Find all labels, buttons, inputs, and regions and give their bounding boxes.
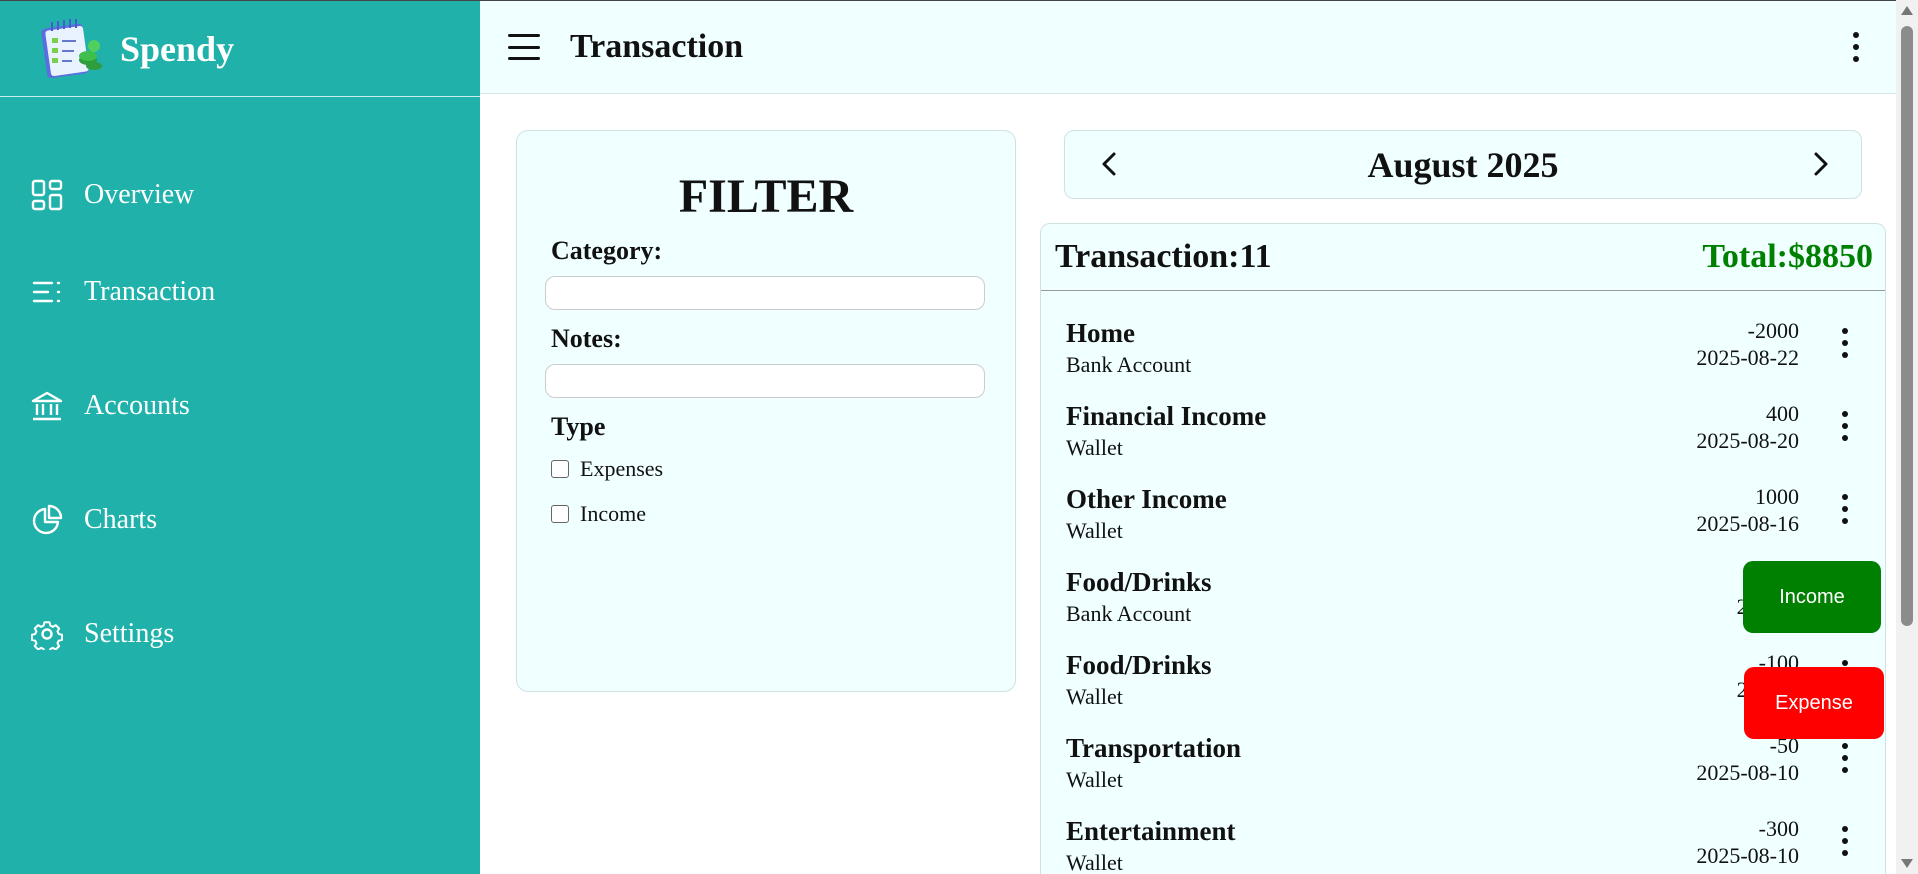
transaction-category: Other Income [1066,484,1227,514]
expenses-checkbox[interactable] [551,460,569,478]
transaction-account: Wallet [1066,435,1123,460]
transaction-category: Home [1066,318,1135,348]
add-expense-button[interactable]: Expense [1744,667,1884,739]
sidebar-item-transaction[interactable]: Transaction [0,235,480,349]
category-input[interactable] [545,276,985,310]
notes-label: Notes: [551,324,622,353]
sidebar-item-label: Accounts [84,390,190,421]
sidebar-item-overview[interactable]: Overview [0,155,480,235]
month-navigator: August 2025 [1064,130,1862,199]
transaction-date: 2025-08-10 [1696,760,1799,785]
more-options-icon[interactable] [1852,32,1860,62]
transaction-date: 2025-08-16 [1696,511,1799,536]
filter-title: FILTER [678,170,854,223]
transaction-account: Bank Account [1066,601,1192,626]
chevron-right-icon[interactable] [1807,151,1833,177]
filter-panel: FILTER Category: Notes: Type Expenses In… [516,130,1016,692]
income-checkbox[interactable] [551,505,569,523]
brand[interactable]: Spendy [0,0,480,97]
current-month: August 2025 [1367,144,1559,185]
sidebar-item-label: Transaction [84,276,216,307]
sidebar-item-label: Settings [84,618,175,649]
row-more-icon[interactable] [1841,328,1849,358]
transaction-amount: 1000 [1755,484,1799,509]
sidebar-item-charts[interactable]: Charts [0,463,480,577]
transaction-category: Financial Income [1066,401,1267,431]
income-option[interactable]: Income [551,499,1015,529]
transaction-row[interactable]: Other Income Wallet 1000 2025-08-16 [1041,484,1885,567]
sidebar-item-label: Overview [84,179,195,210]
transaction-row[interactable]: Home Bank Account -2000 2025-08-22 [1041,318,1885,401]
list-icon [30,275,64,309]
scroll-thumb[interactable] [1901,26,1913,626]
transaction-count: Transaction:11 [1055,238,1272,275]
transaction-amount: -2000 [1747,318,1799,343]
transaction-amount: 400 [1766,401,1799,426]
row-more-icon[interactable] [1841,494,1849,524]
transaction-date: 2025-08-10 [1696,843,1799,868]
row-more-icon[interactable] [1841,743,1849,773]
gear-icon [30,617,64,651]
transaction-row[interactable]: Entertainment Wallet -300 2025-08-10 [1041,816,1885,874]
chevron-left-icon[interactable] [1097,151,1123,177]
pie-chart-icon [30,503,64,537]
notes-input[interactable] [545,364,985,398]
transaction-row[interactable]: Transportation Wallet -50 2025-08-10 [1041,733,1885,816]
transaction-row[interactable]: Financial Income Wallet 400 2025-08-20 [1041,401,1885,484]
transaction-account: Wallet [1066,850,1123,874]
transaction-date: 2025-08-20 [1696,428,1799,453]
income-label: Income [580,501,646,526]
app-logo [38,16,106,82]
expenses-label: Expenses [580,456,664,481]
row-more-icon[interactable] [1841,411,1849,441]
transaction-category: Food/Drinks [1066,567,1212,597]
sidebar-item-settings[interactable]: Settings [0,577,480,691]
transaction-category: Entertainment [1066,816,1236,846]
page-scrollbar[interactable] [1896,0,1918,874]
sidebar-item-label: Charts [84,504,158,535]
transaction-category: Transportation [1066,733,1242,763]
transaction-account: Wallet [1066,767,1123,792]
transaction-amount: -300 [1758,816,1799,841]
sidebar: Spendy Overview Transaction Accounts Cha… [0,0,480,874]
category-label: Category: [551,236,663,265]
expenses-option[interactable]: Expenses [551,454,1015,484]
type-label: Type [551,412,606,441]
add-income-button[interactable]: Income [1743,561,1881,633]
transaction-account: Bank Account [1066,352,1192,377]
menu-icon[interactable] [508,34,540,60]
transaction-total: Total:$8850 [1702,238,1873,275]
app-name: Spendy [120,28,235,69]
sidebar-item-accounts[interactable]: Accounts [0,349,480,463]
page-title: Transaction [570,28,744,65]
transaction-account: Wallet [1066,518,1123,543]
transactions-summary: Transaction:11 Total:$8850 [1041,224,1885,291]
grid-icon [30,178,64,212]
top-bar: Transaction [480,0,1896,94]
transactions-panel: Transaction:11 Total:$8850 Home Bank Acc… [1040,223,1886,874]
transaction-account: Wallet [1066,684,1123,709]
sidebar-nav: Overview Transaction Accounts Charts Set… [0,155,480,691]
transaction-date: 2025-08-22 [1696,345,1799,370]
bank-icon [30,389,64,423]
row-more-icon[interactable] [1841,826,1849,856]
transaction-category: Food/Drinks [1066,650,1212,680]
scroll-down-arrow-icon[interactable] [1901,859,1913,868]
scroll-up-arrow-icon[interactable] [1901,6,1913,15]
